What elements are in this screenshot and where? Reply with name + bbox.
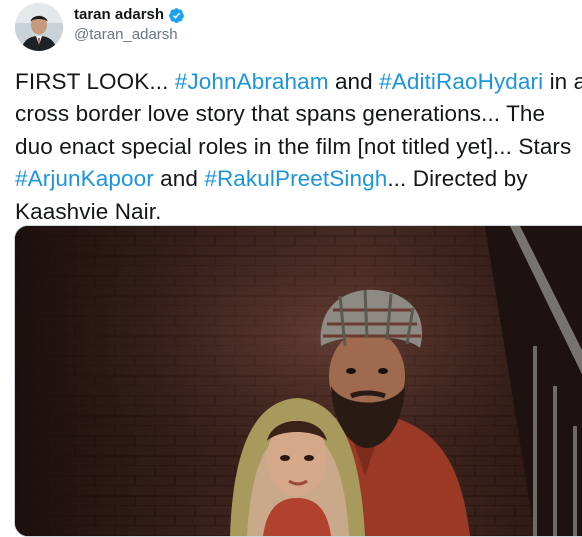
hashtag-link[interactable]: #JohnAbraham (175, 69, 329, 94)
hashtag-link[interactable]: #RakulPreetSingh (204, 166, 387, 191)
tweet-text-line: duo enact special roles in the film [not… (15, 131, 575, 163)
tweet-text-segment: in a (543, 69, 582, 94)
hashtag-link[interactable]: #AditiRaoHydari (379, 69, 543, 94)
author-display-name[interactable]: taran adarsh (74, 5, 164, 25)
tweet-text-segment: cross border love story that spans gener… (15, 101, 546, 127)
film-still-image (15, 226, 582, 536)
avatar-image (15, 3, 63, 51)
tweet-text-segment: FIRST LOOK... (15, 69, 175, 94)
verified-badge-icon (168, 7, 185, 24)
tweet-text-line: cross border love story that spans gener… (15, 98, 575, 130)
tweet-text-segment: and (328, 69, 380, 94)
hashtag-link[interactable]: #ArjunKapoor (15, 166, 154, 191)
author-handle[interactable]: @taran_adarsh (74, 25, 185, 45)
tweet-media-photo[interactable] (14, 225, 582, 537)
tweet-text-line: FIRST LOOK... #JohnAbraham and #AditiRao… (15, 66, 582, 98)
tweet-text: FIRST LOOK... #JohnAbraham and #AditiRao… (15, 66, 582, 228)
user-avatar[interactable] (15, 3, 63, 51)
tweet-header: taran adarsh @taran_adarsh (15, 3, 185, 51)
tweet-text-line: #ArjunKapoor and #RakulPreetSingh... Dir… (15, 163, 575, 195)
tweet-text-segment: Kaashvie Nair. (15, 198, 162, 224)
tweet-text-line: Kaashvie Nair. (15, 196, 575, 228)
tweet-text-segment: and (153, 166, 205, 192)
tweet-text-segment: ... Directed by (387, 166, 528, 192)
tweet-text-segment: duo enact special roles in the film [not… (15, 133, 572, 159)
